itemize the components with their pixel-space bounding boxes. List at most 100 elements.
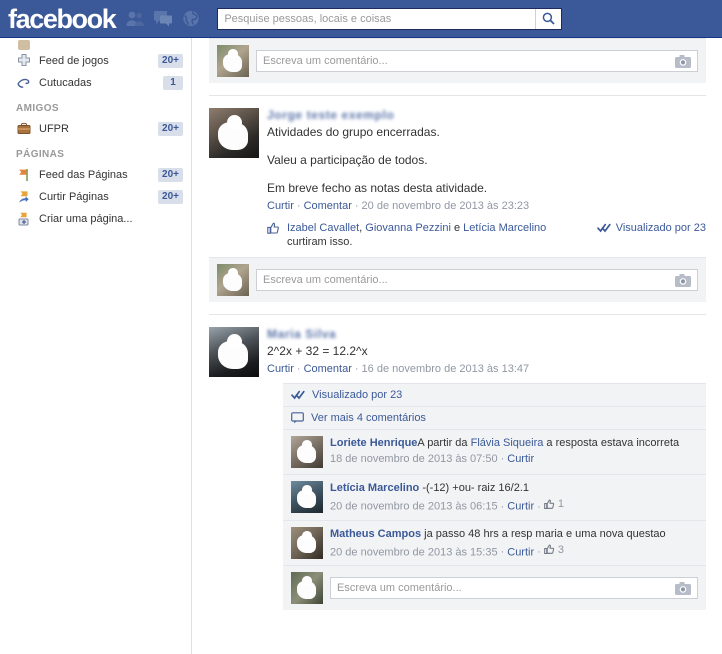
comment-input[interactable] xyxy=(263,55,669,67)
post-likes-row: Izabel Cavallet, Giovanna Pezzini e Letí… xyxy=(267,221,706,249)
avatar[interactable] xyxy=(291,436,323,468)
seen-by-band[interactable]: Visualizado por 23 xyxy=(283,383,706,406)
messages-icon[interactable] xyxy=(153,9,173,28)
comment-input-box[interactable] xyxy=(256,50,698,72)
comment: Matheus Campos ja passo 48 hrs a resp ma… xyxy=(283,519,706,565)
sidebar-label: UFPR xyxy=(39,123,69,135)
comment-timestamp: 20 de novembro de 2013 às 15:35 xyxy=(330,546,498,558)
like-count-value: 1 xyxy=(557,498,564,510)
comment-composer[interactable] xyxy=(209,38,706,83)
avatar[interactable] xyxy=(209,108,259,158)
comment-text: Loriete HenriqueA partir da Flávia Sique… xyxy=(330,436,698,450)
comment-like-link[interactable]: Curtir xyxy=(507,453,534,465)
comment: Loriete HenriqueA partir da Flávia Sique… xyxy=(283,429,706,474)
search-icon xyxy=(542,12,555,25)
search-box[interactable] xyxy=(217,7,563,30)
create-page-icon xyxy=(16,211,32,227)
like-pages-icon xyxy=(16,189,32,205)
camera-icon[interactable] xyxy=(675,273,691,287)
comment-input[interactable] xyxy=(263,274,669,286)
comment-input-box[interactable] xyxy=(330,577,698,599)
like-count-value: 3 xyxy=(557,543,564,556)
sidebar-badge: 1 xyxy=(163,76,183,90)
sidebar-item-curtir-paginas[interactable]: Curtir Páginas 20+ xyxy=(0,186,191,208)
sidebar-label: Feed das Páginas xyxy=(39,169,128,181)
sidebar-badge: 20+ xyxy=(158,168,183,182)
post-timestamp: 16 de novembro de 2013 às 13:47 xyxy=(361,363,530,375)
comment-author[interactable]: Loriete Henrique xyxy=(330,437,417,449)
comment-body-before: -(-12) +ou- raiz 16/2.1 xyxy=(422,482,530,494)
camera-icon[interactable] xyxy=(675,54,691,68)
facebook-logo[interactable]: facebook xyxy=(8,5,117,33)
avatar xyxy=(217,264,249,296)
comment-link[interactable]: Comentar xyxy=(304,200,352,212)
comment-text: Letícia Marcelino -(-12) +ou- raiz 16/2.… xyxy=(330,481,698,495)
comment-body-after: a resposta estava incorreta xyxy=(543,437,680,449)
view-more-comments-band[interactable]: Ver mais 4 comentários xyxy=(283,406,706,429)
post: Jorge teste exemplo Atividades do grupo … xyxy=(193,96,722,302)
friend-requests-icon[interactable] xyxy=(125,9,145,28)
sidebar-item-ufpr[interactable]: UFPR 20+ xyxy=(0,118,191,140)
notifications-globe-icon[interactable] xyxy=(181,9,201,28)
comment-input-box[interactable] xyxy=(256,269,698,291)
sidebar-item-feed-de-jogos[interactable]: Feed de jogos 20+ xyxy=(0,50,191,72)
top-navigation-bar: facebook xyxy=(0,0,722,38)
comment-mention[interactable]: Flávia Siqueira xyxy=(471,437,544,449)
avatar[interactable] xyxy=(209,327,259,377)
seen-by-indicator[interactable]: Visualizado por 23 xyxy=(596,221,706,235)
comment-like-link[interactable]: Curtir xyxy=(507,501,534,513)
post-meta: Curtir · Comentar · 20 de novembro de 2013 à… xyxy=(267,200,530,212)
sidebar-item-criar-uma-pagina[interactable]: Criar uma página... xyxy=(0,208,191,230)
comment-input[interactable] xyxy=(337,582,669,594)
post-author-name[interactable]: Jorge teste exemplo xyxy=(267,108,706,122)
sidebar-badge: 20+ xyxy=(158,122,183,136)
like-link[interactable]: Curtir xyxy=(267,363,294,375)
liker-name[interactable]: Giovanna Pezzini xyxy=(365,222,451,234)
post-timestamp: 20 de novembro de 2013 às 23:23 xyxy=(361,200,530,212)
post-author-name[interactable]: Maria Silva xyxy=(267,327,706,341)
post-text-line: Atividades do grupo encerradas. xyxy=(267,125,440,139)
likes-conjunction: e xyxy=(453,222,461,234)
comment-author[interactable]: Letícia Marcelino xyxy=(330,482,419,494)
double-check-icon xyxy=(596,223,611,233)
comment-like-count: 3 xyxy=(543,543,564,557)
post-text-gap xyxy=(267,140,706,152)
sidebar-section-paginas: PÁGINAS xyxy=(16,149,65,160)
sidebar-badge: 20+ xyxy=(158,190,183,204)
sidebar-item-feed-das-paginas[interactable]: Feed das Páginas 20+ xyxy=(0,164,191,186)
comment-like-link[interactable]: Curtir xyxy=(507,546,534,558)
sidebar-label: Feed de jogos xyxy=(39,55,109,67)
comment-composer[interactable] xyxy=(209,257,706,302)
camera-icon[interactable] xyxy=(675,581,691,595)
sidebar-section-amigos: AMIGOS xyxy=(16,103,59,114)
post-text-gap xyxy=(267,168,706,180)
avatar[interactable] xyxy=(291,526,323,559)
post: Maria Silva 2^2x + 32 = 12.2^x Curtir · Co… xyxy=(193,315,722,610)
sidebar-label: Criar uma página... xyxy=(39,213,133,225)
comment-author[interactable]: Matheus Campos xyxy=(330,528,421,540)
likes-suffix: curtiram isso. xyxy=(287,236,353,248)
comment-link[interactable]: Comentar xyxy=(304,363,352,375)
double-check-icon xyxy=(291,390,305,400)
sidebar-item-partial[interactable] xyxy=(0,40,191,50)
like-link[interactable]: Curtir xyxy=(267,200,294,212)
post-text-line: Valeu a participação de todos. xyxy=(267,153,428,167)
thumbs-up-icon xyxy=(543,544,554,554)
partial-icon xyxy=(16,40,32,50)
comment-meta: 20 de novembro de 2013 às 06:15 · Curtir · 1 xyxy=(330,498,564,513)
search-input[interactable] xyxy=(218,8,536,29)
facebook-page: facebook Pesquise pessoas, locais e cois… xyxy=(0,0,722,654)
liker-name[interactable]: Letícia Marcelino xyxy=(463,222,546,234)
liker-name[interactable]: Izabel Cavallet xyxy=(287,222,359,234)
comment-composer[interactable] xyxy=(283,565,706,610)
thumbs-up-icon xyxy=(267,222,281,239)
search-button[interactable] xyxy=(535,8,561,29)
avatar[interactable] xyxy=(291,481,323,513)
likes-names: Izabel Cavallet, Giovanna Pezzini e Letí… xyxy=(287,222,547,248)
comment-body-before: A partir da xyxy=(417,437,471,449)
post-meta: Curtir · Comentar · 16 de novembro de 2013 à… xyxy=(267,363,530,375)
comment-meta: 18 de novembro de 2013 às 07:50 · Curtir xyxy=(330,453,535,465)
sidebar-label: Cutucadas xyxy=(39,77,92,89)
view-more-comments-label: Ver mais 4 comentários xyxy=(311,412,426,424)
sidebar-item-cutucadas[interactable]: Cutucadas 1 xyxy=(0,72,191,94)
